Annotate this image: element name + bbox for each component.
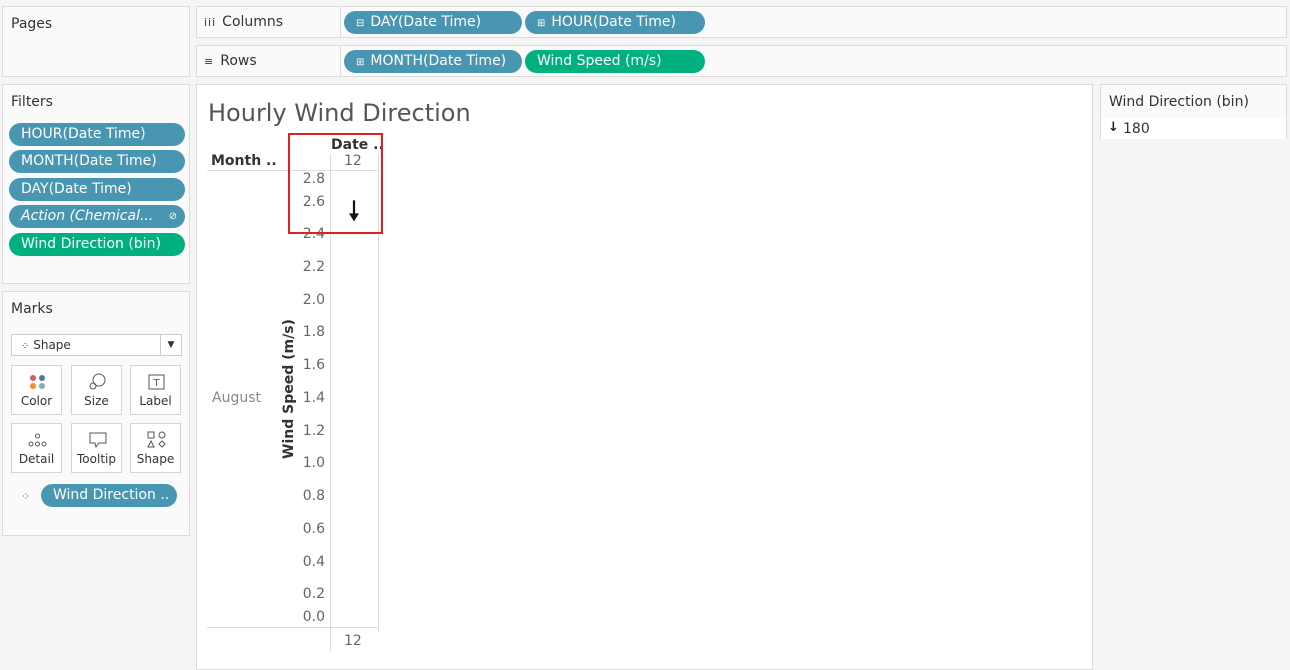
pill-label: DAY(Date Time) xyxy=(21,181,132,197)
filters-panel[interactable]: Filters HOUR(Date Time) MONTH(Date Time)… xyxy=(2,84,190,284)
marks-pill-wind-direction[interactable]: Wind Direction .. xyxy=(41,484,177,507)
y-tick: 0.6 xyxy=(302,521,325,537)
y-tick: 2.0 xyxy=(302,292,325,308)
label-icon: T xyxy=(148,374,165,390)
size-card[interactable]: Size xyxy=(71,365,122,415)
filter-pill-day[interactable]: DAY(Date Time) xyxy=(9,178,185,201)
column-pill-hour[interactable]: ⊞ HOUR(Date Time) xyxy=(525,11,705,34)
detail-card[interactable]: Detail xyxy=(11,423,62,473)
card-label: Shape xyxy=(136,452,175,466)
filters-title: Filters xyxy=(11,94,53,110)
pill-label: MONTH(Date Time) xyxy=(370,53,507,69)
filter-pill-action[interactable]: Action (Chemical... ⊘ xyxy=(9,205,185,228)
chart-plot xyxy=(349,200,359,222)
svg-text:T: T xyxy=(152,378,160,389)
rows-shelf[interactable]: ≡ Rows ⊞ MONTH(Date Time) Wind Speed (m/s) xyxy=(196,45,1287,77)
y-tick: 2.2 xyxy=(302,259,325,275)
y-tick: 1.6 xyxy=(302,357,325,373)
y-tick: 1.4 xyxy=(302,390,325,406)
columns-label: iii Columns xyxy=(204,14,283,30)
legend-value: 180 xyxy=(1123,121,1150,137)
pill-label: DAY(Date Time) xyxy=(370,14,482,30)
view-title: Hourly Wind Direction xyxy=(208,99,471,127)
legend-title: Wind Direction (bin) xyxy=(1109,94,1249,110)
pill-label: Wind Speed (m/s) xyxy=(537,53,662,69)
card-label: Tooltip xyxy=(77,452,116,466)
card-label: Size xyxy=(84,394,109,408)
bottom-divider xyxy=(207,627,378,628)
y-tick: 1.8 xyxy=(302,324,325,340)
shape-icon: ⁘ xyxy=(21,341,30,352)
columns-shelf[interactable]: iii Columns ⊟ DAY(Date Time) ⊞ HOUR(Date Ti… xyxy=(196,6,1287,38)
hour-header-bottom[interactable]: 12 xyxy=(344,633,362,649)
y-tick: 0.0 xyxy=(302,609,325,625)
color-icon xyxy=(30,375,45,389)
shape-card[interactable]: Shape xyxy=(130,423,181,473)
y-tick: 1.0 xyxy=(302,455,325,471)
pages-title: Pages xyxy=(11,16,53,32)
month-row-label[interactable]: August xyxy=(212,390,261,406)
color-card[interactable]: Color xyxy=(11,365,62,415)
card-label: Color xyxy=(20,394,53,408)
shape-icon xyxy=(147,431,166,448)
y-tick: 0.4 xyxy=(302,554,325,570)
y-tick: 0.2 xyxy=(302,586,325,602)
chevron-down-icon: ▼ xyxy=(160,335,181,355)
shape-icon: ⁘ xyxy=(21,490,31,503)
y-tick: 0.8 xyxy=(302,488,325,504)
filter-pill-hour[interactable]: HOUR(Date Time) xyxy=(9,123,185,146)
row-pill-wind-speed[interactable]: Wind Speed (m/s) xyxy=(525,50,705,73)
tooltip-icon xyxy=(89,432,107,449)
collapse-icon: ⊟ xyxy=(356,18,365,29)
mark-type-label: Shape xyxy=(33,338,71,352)
size-icon xyxy=(89,373,106,390)
column-pill-day[interactable]: ⊟ DAY(Date Time) xyxy=(344,11,522,34)
filter-pill-wind-direction[interactable]: Wind Direction (bin) xyxy=(9,233,185,256)
pill-label: HOUR(Date Time) xyxy=(21,126,146,142)
pill-label: MONTH(Date Time) xyxy=(21,153,157,169)
link-icon: ⊘ xyxy=(168,211,177,222)
pill-label: Wind Direction (bin) xyxy=(21,236,161,252)
filter-pill-month[interactable]: MONTH(Date Time) xyxy=(9,150,185,173)
detail-icon xyxy=(28,433,47,447)
pages-panel[interactable]: Pages xyxy=(2,6,190,77)
rows-label-text: Rows xyxy=(220,53,257,69)
pill-label: Action (Chemical... xyxy=(21,208,154,224)
columns-icon: iii xyxy=(204,16,217,29)
highlight-box xyxy=(288,133,383,234)
month-header[interactable]: Month .. xyxy=(211,153,277,169)
expand-icon: ⊞ xyxy=(537,18,546,29)
rows-icon: ≡ xyxy=(204,55,215,68)
card-label: Detail xyxy=(18,452,55,466)
pill-label: HOUR(Date Time) xyxy=(551,14,677,30)
legend-panel[interactable]: Wind Direction (bin) ↓ 180 xyxy=(1100,84,1287,139)
rows-label: ≡ Rows xyxy=(204,53,257,69)
y-tick: 1.2 xyxy=(302,423,325,439)
marks-title: Marks xyxy=(11,301,53,317)
card-label: Label xyxy=(139,394,172,408)
expand-icon: ⊞ xyxy=(356,57,365,68)
columns-label-text: Columns xyxy=(222,14,284,30)
row-pill-month[interactable]: ⊞ MONTH(Date Time) xyxy=(344,50,522,73)
down-arrow-icon: ↓ xyxy=(1108,120,1119,135)
label-card[interactable]: T Label xyxy=(130,365,181,415)
tooltip-card[interactable]: Tooltip xyxy=(71,423,122,473)
marks-panel[interactable]: Marks ⁘ Shape ▼ Color Size T Label Detai… xyxy=(2,291,190,536)
view-panel[interactable]: Hourly Wind Direction Month .. Date .. 1… xyxy=(196,84,1093,670)
pill-label: Wind Direction .. xyxy=(53,487,170,503)
mark-type-dropdown[interactable]: ⁘ Shape ▼ xyxy=(11,334,182,356)
legend-item[interactable]: ↓ 180 xyxy=(1101,118,1286,139)
